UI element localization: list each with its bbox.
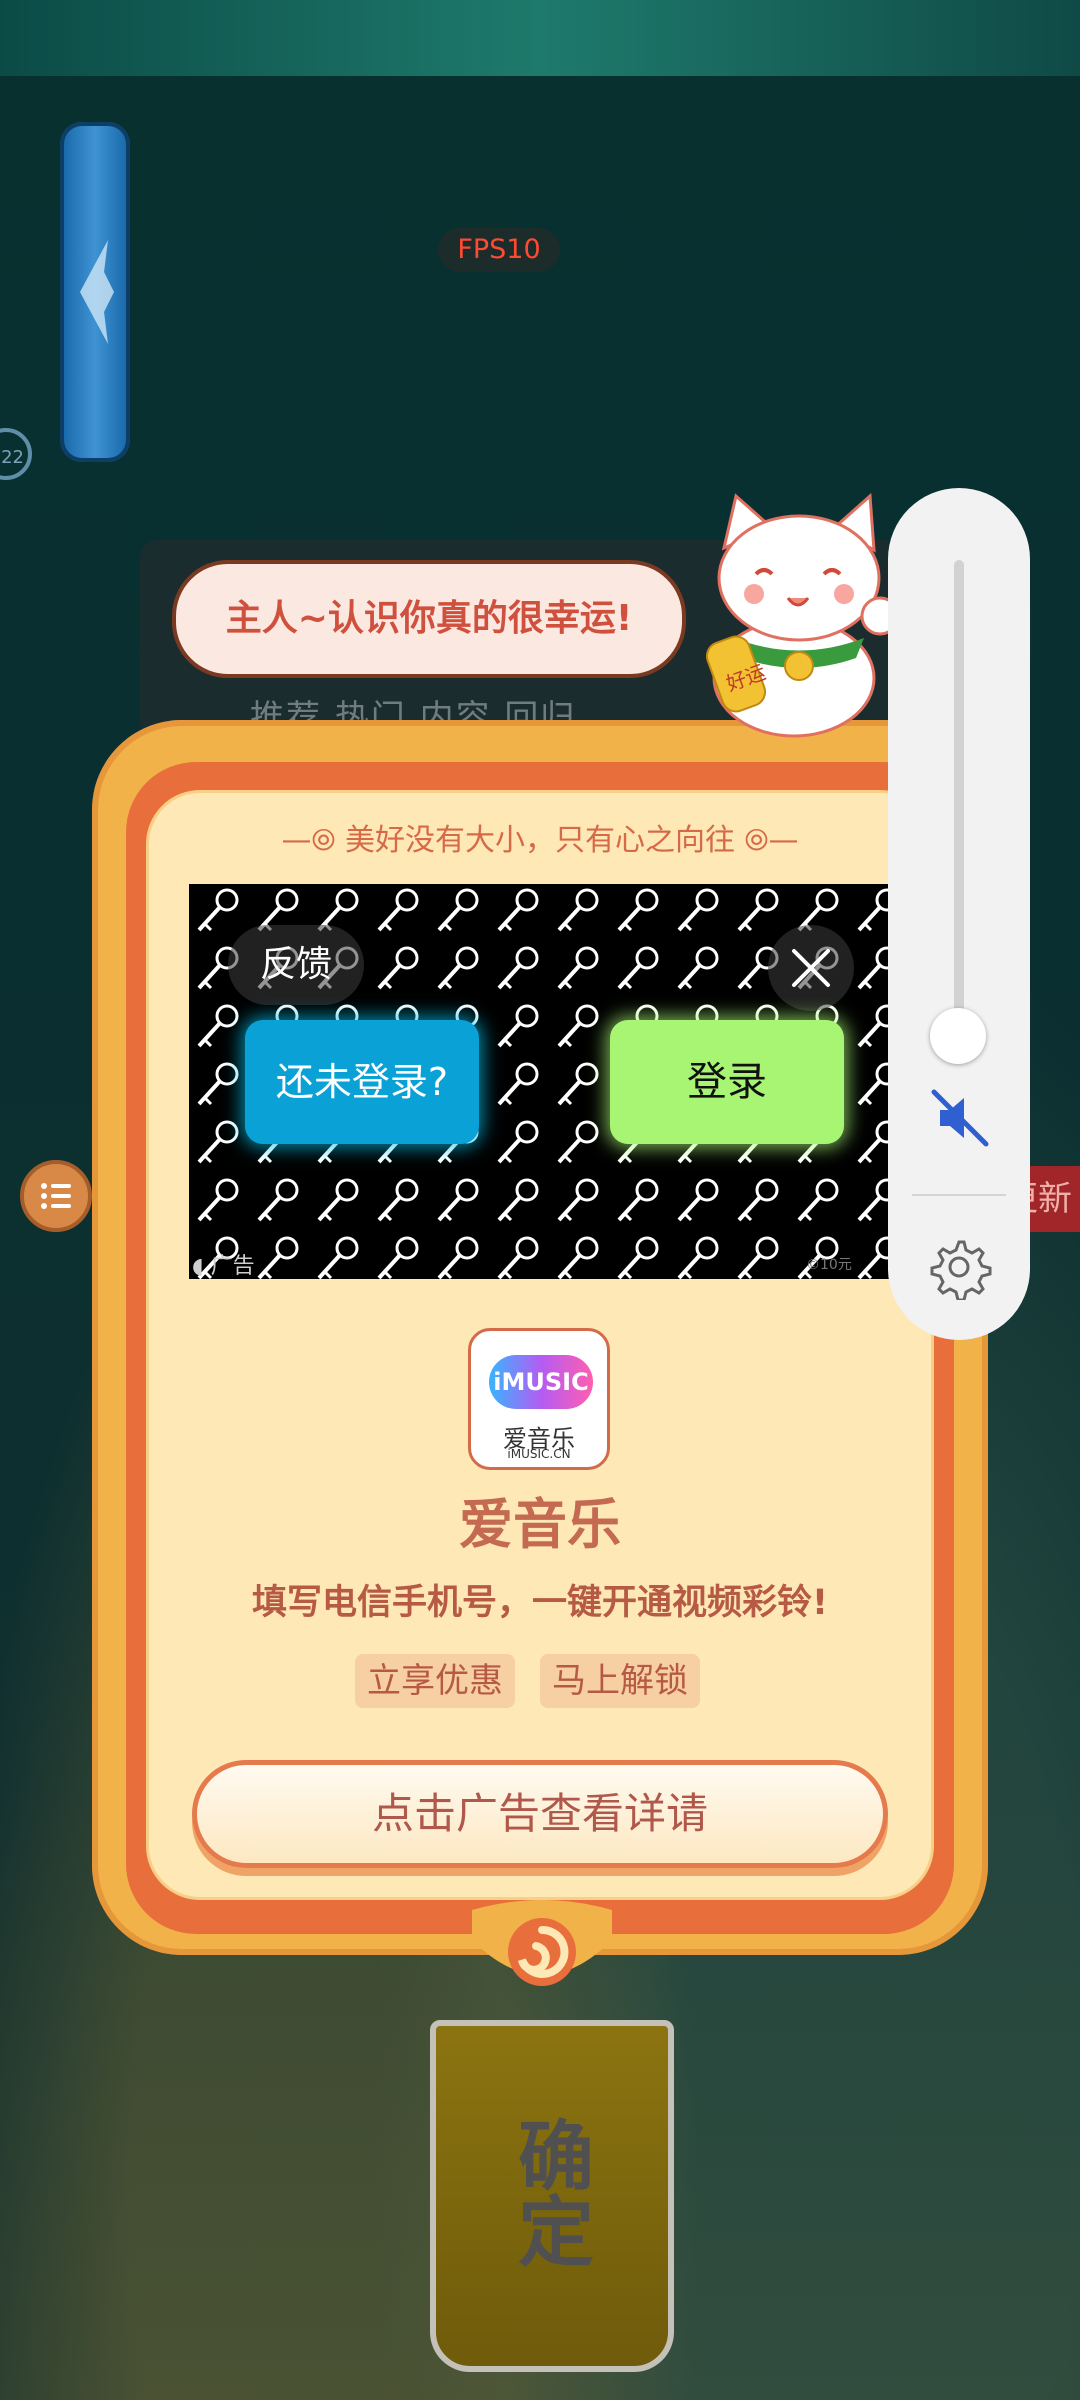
list-icon — [41, 1183, 71, 1209]
logo-pill: iMUSIC — [489, 1355, 593, 1409]
not-logged-in-button[interactable]: 还未登录? — [245, 1020, 479, 1144]
app-description: 填写电信手机号，一键开通视频彩铃! — [252, 1583, 828, 1623]
volume-slider-track[interactable] — [954, 560, 964, 1040]
confirm-button[interactable]: 确定 — [430, 2020, 674, 2372]
offer-tag: 立享优惠 — [355, 1654, 515, 1708]
fps-counter: FPS10 — [438, 228, 560, 272]
top-status-strip — [0, 0, 1080, 76]
swirl-knot-ornament — [472, 1900, 612, 1986]
gear-icon[interactable] — [926, 1234, 992, 1300]
motto-text: —⦾ 美好没有大小，只有心之向往 ⦾— — [146, 815, 934, 859]
feedback-button[interactable]: 反馈 — [228, 925, 364, 1005]
unlock-tag: 马上解锁 — [540, 1654, 700, 1708]
sound-icon: ◖ — [192, 1254, 204, 1279]
close-ad-button[interactable] — [768, 925, 854, 1011]
ring-ornament-icon: ⦾— — [744, 823, 799, 858]
back-arrow-icon — [80, 240, 114, 344]
motto-label: 美好没有大小，只有心之向往 — [345, 823, 735, 858]
app-name: 爱音乐 — [459, 1493, 621, 1556]
ad-price-label: ©10元 — [806, 1257, 852, 1273]
logo-en-text: iMUSIC.CN — [507, 1447, 571, 1461]
imusic-app-logo[interactable]: iMUSIC 爱音乐 iMUSIC.CN — [468, 1328, 610, 1470]
speech-bubble: 主人~认识你真的很幸运! — [172, 560, 686, 678]
volume-panel — [888, 488, 1030, 1340]
ad-label-text: 广告 — [210, 1254, 255, 1279]
back-button[interactable] — [60, 122, 130, 462]
login-button[interactable]: 登录 — [610, 1020, 844, 1144]
view-ad-details-button[interactable]: 点击广告查看详请 — [192, 1760, 888, 1868]
ad-label: ◖ 广告 — [192, 1248, 255, 1280]
volume-slider-knob[interactable] — [930, 1008, 986, 1064]
ring-ornament-icon: —⦾ — [281, 823, 336, 858]
lucky-cat-mascot: 好运 — [705, 492, 900, 738]
volume-divider — [912, 1194, 1006, 1196]
close-icon — [792, 949, 830, 987]
mute-speaker-icon[interactable] — [928, 1086, 992, 1150]
confirm-label: 确定 — [505, 2116, 594, 2268]
menu-button[interactable] — [20, 1160, 92, 1232]
